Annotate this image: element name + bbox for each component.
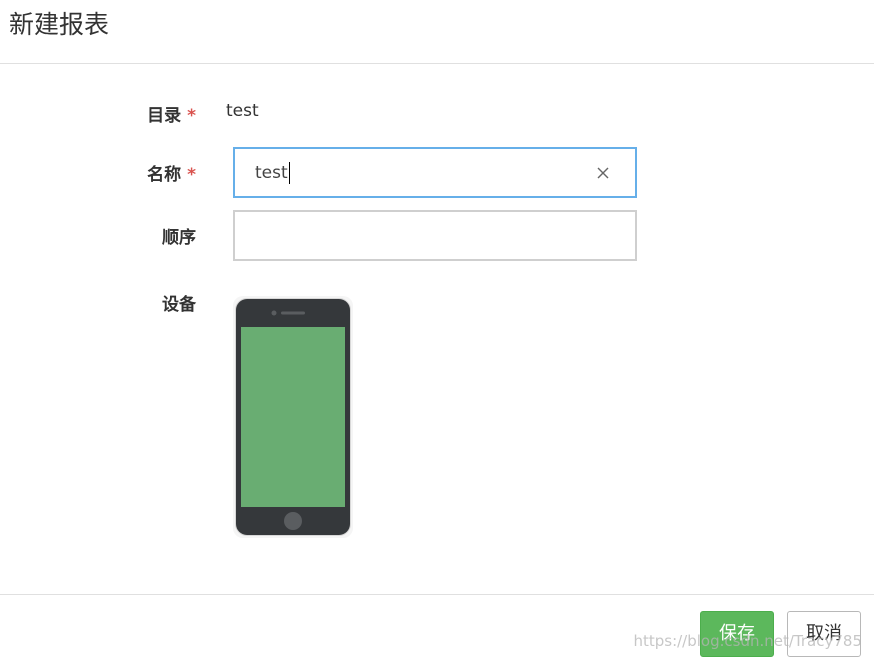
directory-label-text: 目录 <box>147 106 182 126</box>
directory-label: 目录 * <box>100 101 196 126</box>
dialog-title: 新建报表 <box>9 10 110 39</box>
close-icon[interactable] <box>595 165 611 181</box>
order-input[interactable] <box>233 210 637 261</box>
name-input[interactable]: test <box>233 147 637 198</box>
name-input-value-wrapper: test <box>255 162 290 184</box>
mobile-phone-icon[interactable] <box>233 296 353 538</box>
cancel-button[interactable]: 取消 <box>787 611 861 657</box>
directory-value: test <box>226 101 259 121</box>
required-mark: * <box>187 106 196 126</box>
name-label-text: 名称 <box>147 165 182 185</box>
dialog-footer: 保存 取消 https://blog.csdn.net/Tracy785 <box>0 594 874 664</box>
order-label: 顺序 <box>162 228 196 248</box>
device-label: 设备 <box>162 295 196 315</box>
dialog-header: 新建报表 <box>0 0 874 64</box>
required-mark: * <box>187 165 196 185</box>
name-input-value: test <box>255 163 288 183</box>
save-button[interactable]: 保存 <box>700 611 774 657</box>
name-label: 名称 * <box>100 160 196 185</box>
text-caret <box>288 162 290 184</box>
new-report-dialog: 新建报表 目录 * test 名称 * test 顺序 设备 保存 取消 htt… <box>0 0 874 664</box>
